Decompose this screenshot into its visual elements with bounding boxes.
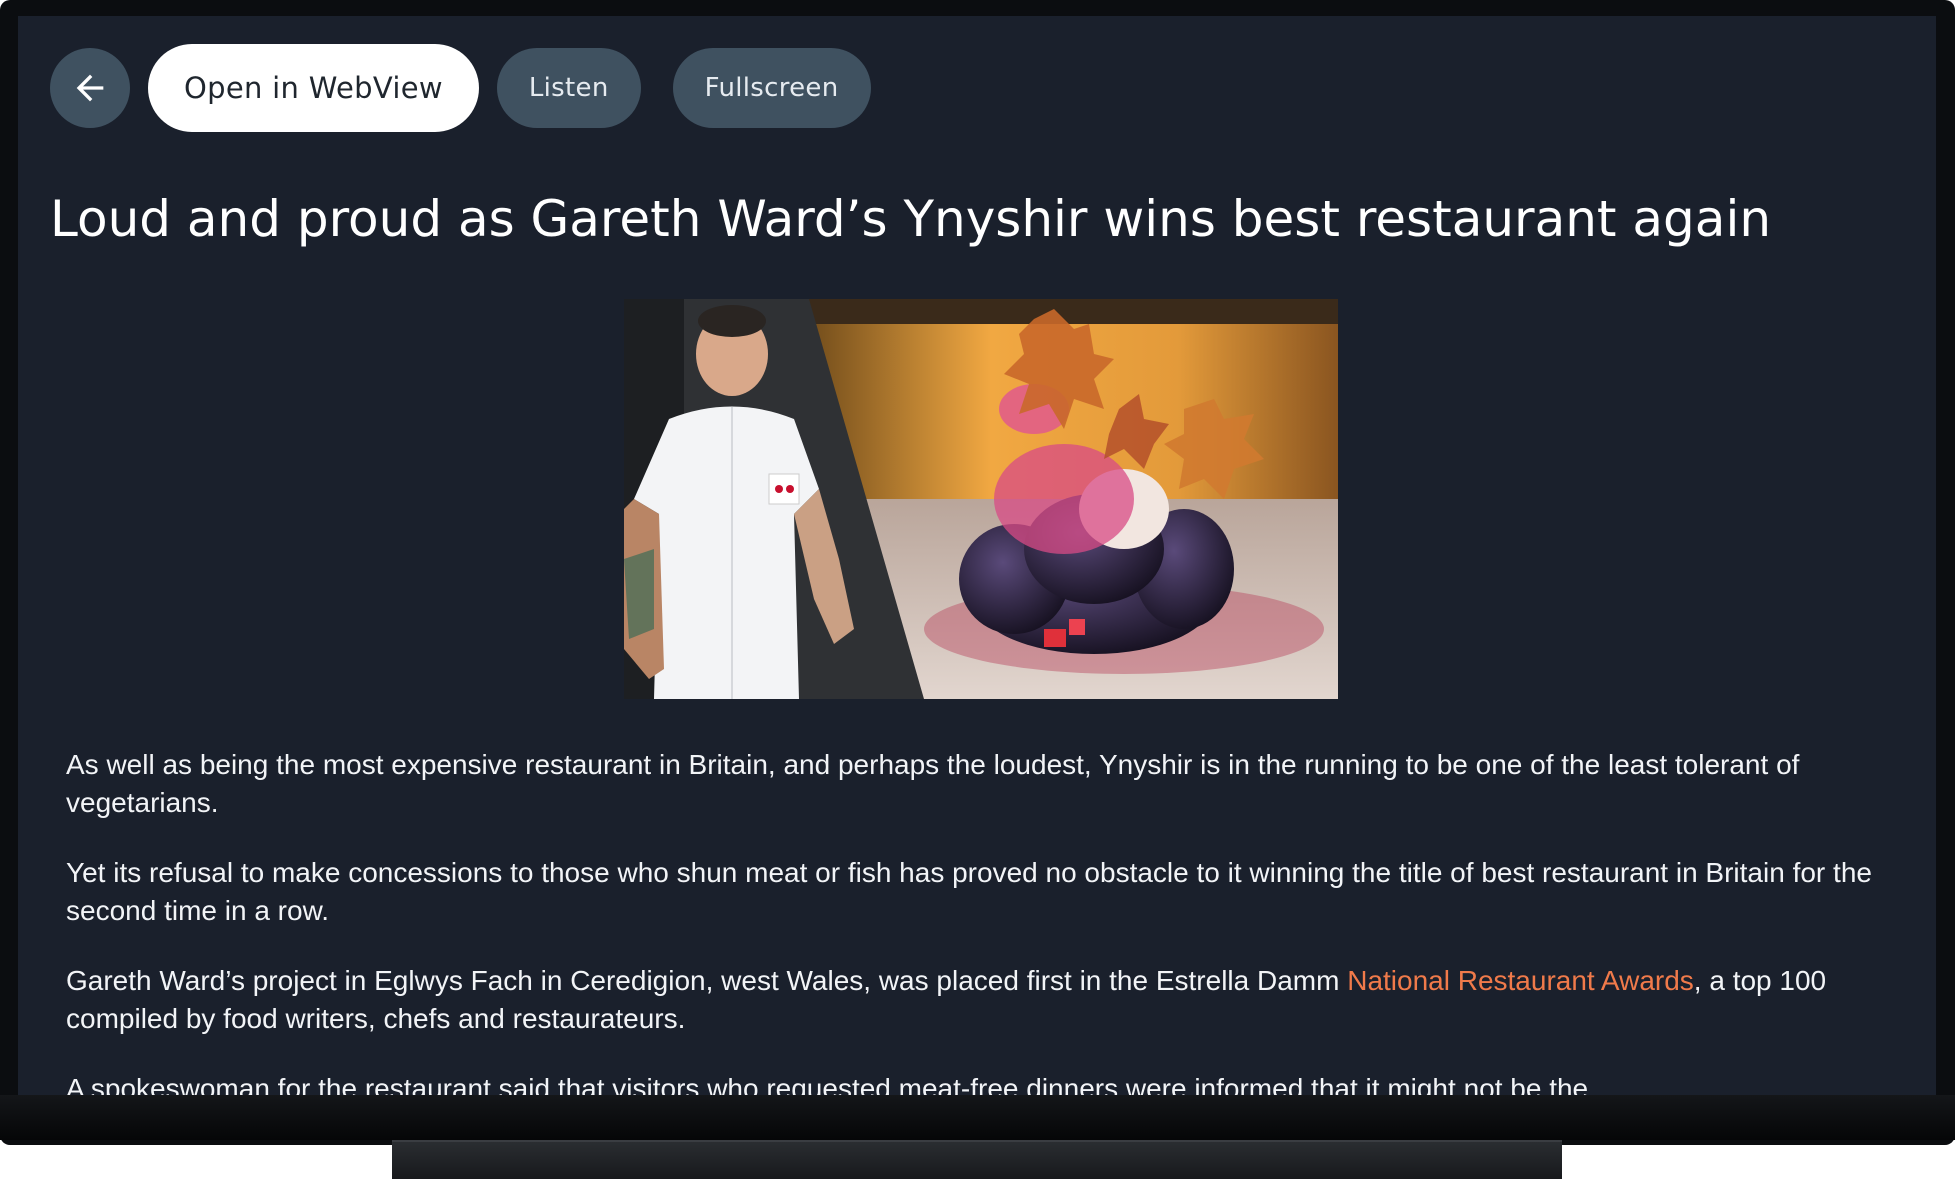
toolbar: Open in WebView Listen Fullscreen <box>50 44 903 132</box>
national-restaurant-awards-link[interactable]: National Restaurant Awards <box>1347 965 1694 996</box>
hero-image <box>624 299 1338 699</box>
listen-button[interactable]: Listen <box>496 48 641 128</box>
fullscreen-button[interactable]: Fullscreen <box>672 48 871 128</box>
tv-bezel <box>0 1095 1955 1140</box>
paragraph-text: Gareth Ward’s project in Eglwys Fach in … <box>66 965 1348 996</box>
article-paragraph: A spokeswoman for the restaurant said th… <box>66 1073 1589 1095</box>
article-body: As well as being the most expensive rest… <box>66 746 1906 1095</box>
hero-image-art <box>624 299 1338 699</box>
article-paragraph: Yet its refusal to make concessions to t… <box>66 857 1872 926</box>
open-in-webview-button[interactable]: Open in WebView <box>148 44 479 132</box>
article-paragraph: As well as being the most expensive rest… <box>66 749 1800 818</box>
reader-screen: Open in WebView Listen Fullscreen Loud a… <box>18 16 1936 1095</box>
tv-stand <box>392 1140 1562 1179</box>
back-button[interactable] <box>50 48 130 128</box>
arrow-left-icon <box>76 74 104 102</box>
article-paragraph: Gareth Ward’s project in Eglwys Fach in … <box>66 962 1906 1038</box>
article-title: Loud and proud as Gareth Ward’s Ynyshir … <box>50 190 1772 248</box>
